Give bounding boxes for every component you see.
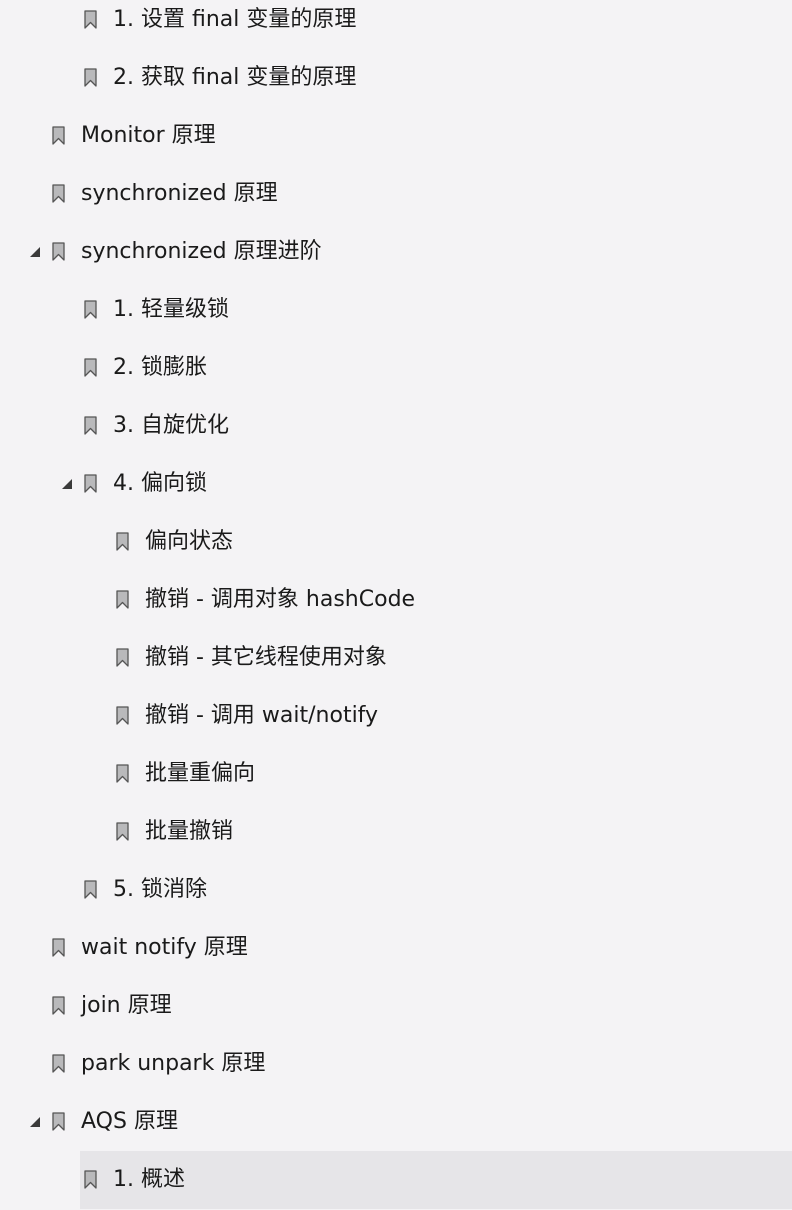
bookmark-icon (52, 126, 65, 145)
bookmark-label: 批量撤销 (145, 819, 234, 844)
bookmark-icon (52, 242, 65, 261)
bookmark-icon (116, 764, 129, 783)
bookmark-icon (84, 358, 97, 377)
bookmark-item[interactable]: 撤销 - 其它线程使用对象 (0, 629, 792, 687)
bookmark-item[interactable]: 撤销 - 调用 wait/notify (0, 687, 792, 745)
bookmark-icon (84, 880, 97, 899)
bookmark-item[interactable]: 2. 锁膨胀 (0, 339, 792, 397)
bookmark-item[interactable]: 3. 自旋优化 (0, 397, 792, 455)
expand-toggle-icon[interactable] (30, 247, 40, 257)
bookmark-label: 撤销 - 调用对象 hashCode (145, 587, 416, 612)
bookmark-icon (116, 532, 129, 551)
bookmark-icon (116, 822, 129, 841)
bookmark-item[interactable]: 批量撤销 (0, 803, 792, 861)
bookmark-icon (84, 1170, 97, 1189)
selection-highlight (80, 1151, 792, 1209)
bookmark-icon (84, 10, 97, 29)
bookmark-label: 2. 获取 final 变量的原理 (113, 65, 357, 90)
bookmark-icon (116, 648, 129, 667)
bookmark-icon (52, 184, 65, 203)
bookmark-label: join 原理 (81, 993, 172, 1018)
bookmark-item[interactable]: 批量重偏向 (0, 745, 792, 803)
bookmark-item[interactable]: AQS 原理 (0, 1093, 792, 1151)
bookmark-item[interactable]: 1. 概述 (0, 1151, 792, 1209)
bookmark-item[interactable]: synchronized 原理 (0, 165, 792, 223)
bookmark-item[interactable]: 1. 设置 final 变量的原理 (0, 0, 792, 49)
bookmark-item[interactable]: join 原理 (0, 977, 792, 1035)
bookmark-label: 1. 概述 (113, 1167, 185, 1192)
bookmark-tree: 1. 设置 final 变量的原理 2. 获取 final 变量的原理 Monito… (0, 0, 792, 1210)
bookmark-item[interactable]: 4. 偏向锁 (0, 455, 792, 513)
bookmark-label: Monitor 原理 (81, 123, 216, 148)
bookmark-label: 批量重偏向 (145, 761, 256, 786)
bookmark-label: 3. 自旋优化 (113, 413, 229, 438)
bookmark-label: 2. 锁膨胀 (113, 355, 207, 380)
bookmark-icon (116, 706, 129, 725)
bookmark-label: 撤销 - 其它线程使用对象 (145, 645, 387, 670)
bookmark-icon (84, 474, 97, 493)
bookmark-item[interactable]: Monitor 原理 (0, 107, 792, 165)
bookmark-label: 偏向状态 (145, 529, 234, 554)
bookmark-icon (84, 68, 97, 87)
bookmark-icon (84, 300, 97, 319)
bookmark-label: wait notify 原理 (81, 935, 248, 960)
bookmark-item[interactable]: 2. 获取 final 变量的原理 (0, 49, 792, 107)
bookmark-label: AQS 原理 (81, 1109, 178, 1134)
bookmark-item[interactable]: synchronized 原理进阶 (0, 223, 792, 281)
bookmark-label: synchronized 原理 (81, 181, 278, 206)
bookmark-icon (52, 996, 65, 1015)
expand-toggle-icon[interactable] (62, 479, 72, 489)
bookmark-label: 1. 轻量级锁 (113, 297, 229, 322)
bookmark-label: park unpark 原理 (81, 1051, 266, 1076)
bookmark-item[interactable]: 撤销 - 调用对象 hashCode (0, 571, 792, 629)
bookmark-label: 1. 设置 final 变量的原理 (113, 7, 357, 32)
bookmark-label: 5. 锁消除 (113, 877, 207, 902)
bookmark-item[interactable]: 1. 轻量级锁 (0, 281, 792, 339)
bookmark-label: synchronized 原理进阶 (81, 239, 322, 264)
bookmark-icon (52, 1054, 65, 1073)
bookmark-item[interactable]: wait notify 原理 (0, 919, 792, 977)
bookmark-icon (52, 1112, 65, 1131)
bookmark-item[interactable]: 偏向状态 (0, 513, 792, 571)
bookmark-item[interactable]: 5. 锁消除 (0, 861, 792, 919)
expand-toggle-icon[interactable] (30, 1117, 40, 1127)
bookmark-icon (84, 416, 97, 435)
bookmark-label: 4. 偏向锁 (113, 471, 207, 496)
bookmark-icon (116, 590, 129, 609)
bookmark-icon (52, 938, 65, 957)
bookmark-item[interactable]: park unpark 原理 (0, 1035, 792, 1093)
bookmark-label: 撤销 - 调用 wait/notify (145, 703, 379, 728)
